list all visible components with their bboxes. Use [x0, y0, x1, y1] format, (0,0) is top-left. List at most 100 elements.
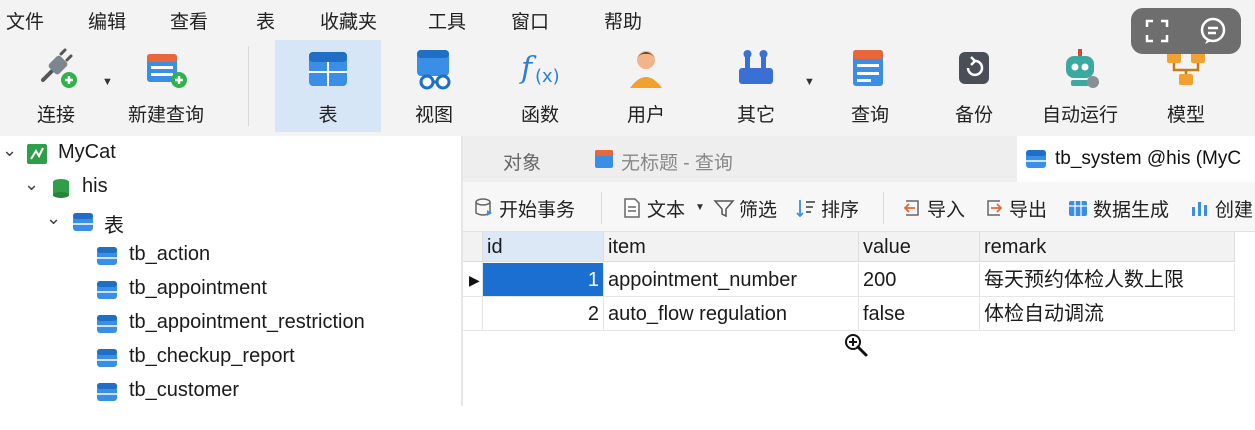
- backup-icon: [959, 52, 989, 84]
- menu-help[interactable]: 帮助: [604, 7, 642, 34]
- connection-label: MyCat: [58, 141, 116, 163]
- svg-text:(x): (x): [535, 66, 560, 87]
- menu-file[interactable]: 文件: [6, 7, 44, 34]
- tab-objects-label: 对象: [503, 153, 542, 174]
- table-button[interactable]: 表: [275, 40, 381, 132]
- toolbar-separator: [601, 192, 602, 224]
- automation-button[interactable]: 自动运行: [1028, 40, 1132, 132]
- new-query-icon: [147, 54, 187, 88]
- database-label: his: [82, 175, 108, 197]
- import-label: 导入: [927, 200, 966, 221]
- begin-transaction-label: 开始事务: [499, 200, 576, 221]
- menu-bar: 文件 编辑 查看 表 收藏夹 工具 窗口 帮助: [0, 0, 1255, 36]
- row-header-corner: [463, 232, 483, 262]
- tab-query[interactable]: 无标题 - 查询: [585, 136, 1017, 182]
- toolbar-separator: [248, 46, 249, 126]
- tab-objects[interactable]: 对象: [463, 136, 585, 182]
- user-icon: [630, 51, 662, 88]
- comment-icon[interactable]: [1197, 15, 1229, 47]
- menu-table[interactable]: 表: [256, 7, 275, 34]
- backup-button[interactable]: 备份: [926, 40, 1022, 132]
- table-name: tb_appointment: [129, 277, 267, 299]
- user-button[interactable]: 用户: [598, 40, 694, 132]
- table-icon: [97, 349, 117, 367]
- query-icon: [853, 50, 883, 86]
- column-header-id[interactable]: id: [483, 232, 604, 262]
- row-indicator[interactable]: [463, 297, 483, 331]
- query-label: 查询: [850, 105, 889, 126]
- filter-icon: [713, 200, 735, 218]
- query-button[interactable]: 查询: [822, 40, 918, 132]
- robot-icon: [1066, 49, 1099, 88]
- other-button[interactable]: 其它: [708, 40, 804, 132]
- tab-query-label: 无标题 - 查询: [621, 153, 733, 174]
- row-indicator[interactable]: ▶: [463, 263, 483, 297]
- view-button[interactable]: 视图: [386, 40, 482, 132]
- export-label: 导出: [1009, 200, 1048, 221]
- new-query-button[interactable]: 新建查询: [118, 40, 214, 132]
- chevron-down-icon[interactable]: ⌄: [46, 208, 61, 229]
- table-cell[interactable]: 1: [483, 263, 604, 297]
- table-cell[interactable]: 2: [483, 297, 604, 331]
- table-cell[interactable]: auto_flow regulation: [604, 297, 859, 331]
- table-icon: [97, 383, 117, 401]
- table-cell[interactable]: 每天预约体检人数上限: [980, 263, 1235, 297]
- column-header-remark[interactable]: remark: [980, 232, 1235, 262]
- chevron-down-icon[interactable]: ⌄: [2, 140, 17, 161]
- view-icon: [417, 50, 451, 90]
- fullscreen-icon[interactable]: [1141, 15, 1173, 47]
- connect-dropdown-icon[interactable]: ▼: [102, 76, 113, 88]
- tree-tables-group[interactable]: ⌄ 表: [0, 204, 461, 238]
- table-cell[interactable]: 体检自动调流: [980, 297, 1235, 331]
- text-dropdown-icon[interactable]: ▼: [695, 202, 705, 213]
- connection-icon: [27, 144, 47, 164]
- menu-window[interactable]: 窗口: [511, 7, 549, 34]
- text-label: 文本: [647, 200, 686, 221]
- menu-edit[interactable]: 编辑: [88, 7, 126, 34]
- table-icon: [97, 281, 117, 299]
- data-toolbar: 开始事务 文本 ▼ 筛选 排序 导入 导出 数据生成 创建: [463, 182, 1255, 232]
- import-icon: [903, 200, 919, 216]
- other-label: 其它: [736, 105, 775, 126]
- sort-label: 排序: [821, 200, 860, 221]
- tree-table-item[interactable]: tb_appointment_restriction: [0, 306, 461, 340]
- main-toolbar: 连接 ▼ 新建查询 表 视图 f (x) 函数 用户 其它 ▼ 查询 备份 自动…: [0, 36, 1255, 136]
- column-header-value[interactable]: value: [859, 232, 980, 262]
- tree-table-item[interactable]: tb_appointment: [0, 272, 461, 306]
- table-cell[interactable]: appointment_number: [604, 263, 859, 297]
- table-icon: [97, 247, 117, 265]
- menu-tools[interactable]: 工具: [428, 7, 466, 34]
- chevron-down-icon[interactable]: ⌄: [24, 174, 39, 195]
- document-icon: [624, 198, 640, 218]
- table-cell[interactable]: false: [859, 297, 980, 331]
- tree-table-item[interactable]: tb_action: [0, 238, 461, 272]
- tools-icon: [739, 50, 773, 84]
- other-dropdown-icon[interactable]: ▼: [804, 76, 815, 88]
- data-grid: id item value remark ▶ 1 appointment_num…: [463, 232, 1255, 406]
- filter-label: 筛选: [739, 200, 778, 221]
- tree-connection[interactable]: ⌄ MyCat: [0, 136, 461, 170]
- menu-favorites[interactable]: 收藏夹: [320, 7, 377, 34]
- current-row-arrow-icon: ▶: [469, 272, 480, 288]
- connect-label: 连接: [36, 105, 75, 126]
- tree-table-item[interactable]: tb_checkup_report: [0, 340, 461, 374]
- data-generation-icon: [1069, 201, 1087, 216]
- connect-button[interactable]: 连接: [20, 40, 92, 132]
- tab-current-table[interactable]: tb_system @his (MyC: [1017, 136, 1255, 182]
- backup-label: 备份: [954, 105, 993, 126]
- query-icon: [595, 150, 613, 168]
- automation-label: 自动运行: [1041, 105, 1118, 126]
- table-icon: [1026, 150, 1046, 168]
- object-tree: ⌄ MyCat ⌄ his ⌄ 表 tb_action tb_appointme…: [0, 136, 461, 406]
- tree-table-item[interactable]: tb_customer: [0, 374, 461, 408]
- menu-view[interactable]: 查看: [170, 7, 208, 34]
- function-label: 函数: [520, 105, 559, 126]
- tree-database[interactable]: ⌄ his: [0, 170, 461, 204]
- view-label: 视图: [414, 105, 453, 126]
- zoom-cursor-icon: [845, 334, 868, 357]
- function-button[interactable]: f (x) 函数: [492, 40, 588, 132]
- table-name: tb_action: [129, 243, 211, 265]
- column-header-item[interactable]: item: [604, 232, 859, 262]
- table-icon: [97, 315, 117, 333]
- table-cell[interactable]: 200: [859, 263, 980, 297]
